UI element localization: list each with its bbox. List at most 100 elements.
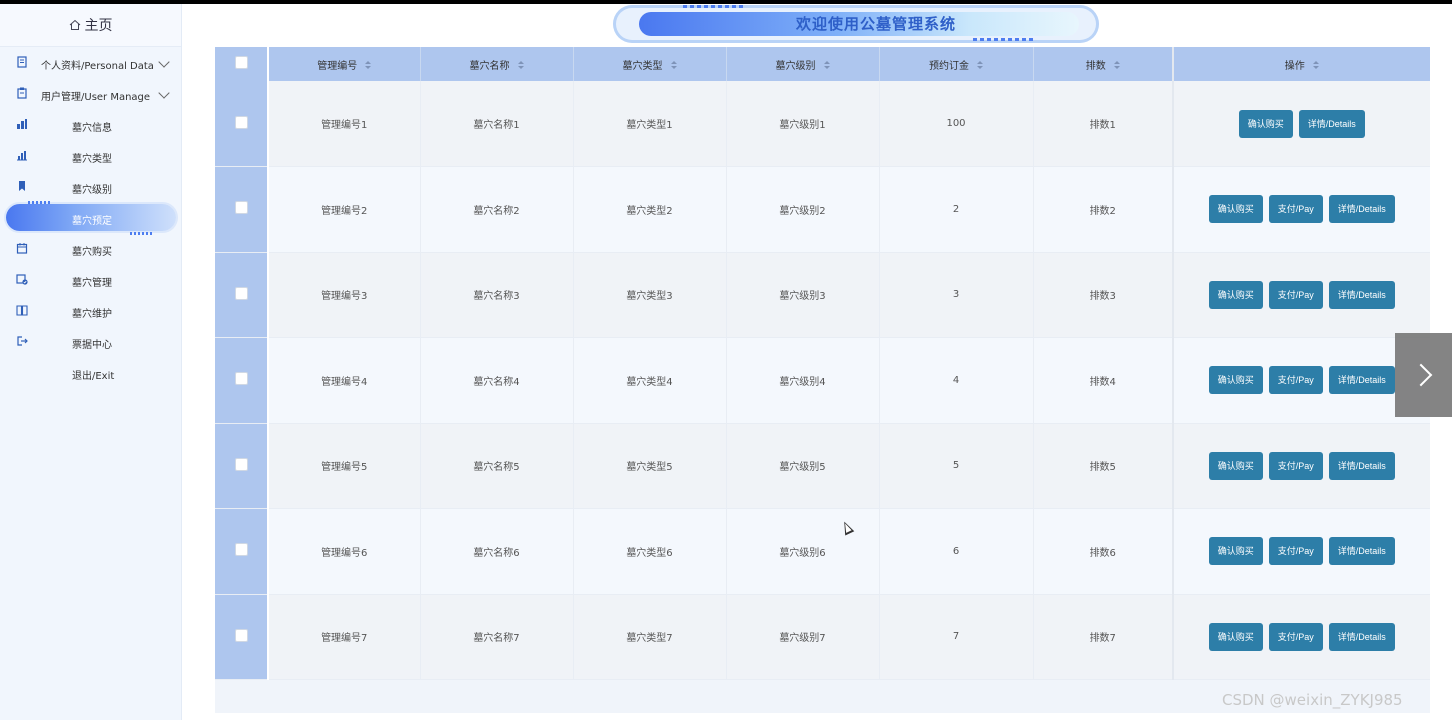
row-checkbox[interactable]	[234, 286, 248, 300]
bar-chart-icon	[17, 151, 27, 161]
pay-button[interactable]: 支付/Pay	[1268, 366, 1323, 395]
table-row: 管理编号4 墓穴名称4 墓穴类型4 墓穴级别4 4 排数4 确认购买 支付/Pay 详情/Det…	[215, 337, 1430, 424]
column-header-5[interactable]: 排数	[1033, 47, 1174, 81]
sidebar-item-0[interactable]: 个人资料/Personal Data	[0, 47, 181, 78]
cell-level: 墓穴级别2	[726, 166, 880, 253]
cell-row: 排数7	[1033, 594, 1174, 680]
sort-icon[interactable]	[517, 61, 524, 70]
sidebar-item-label: 墓穴预定	[72, 216, 112, 227]
sidebar-item-5[interactable]: 墓穴预定	[0, 201, 181, 235]
chevron-down-icon[interactable]	[158, 87, 170, 99]
cell-type: 墓穴类型4	[573, 337, 727, 424]
sidebar-item-label: 用户管理/User Manage	[41, 92, 151, 103]
sidebar-item-3[interactable]: 墓穴类型	[0, 140, 181, 171]
sort-icon[interactable]	[365, 61, 372, 70]
column-header-2[interactable]: 墓穴类型	[573, 47, 727, 81]
watermark: CSDN @weixin_ZYKJ985	[1222, 691, 1403, 709]
column-header-6[interactable]: 操作	[1172, 47, 1430, 81]
cell-name: 墓穴名称2	[420, 166, 574, 253]
row-select-cell	[215, 81, 269, 167]
confirm-button[interactable]: 确认购买	[1238, 109, 1293, 138]
actions-cell: 确认购买 支付/Pay 详情/Details	[1172, 423, 1430, 509]
details-button[interactable]: 详情/Details	[1328, 280, 1395, 309]
row-select-cell	[215, 423, 269, 509]
details-button[interactable]: 详情/Details	[1328, 195, 1395, 224]
data-table: 管理编号 墓穴名称 墓穴类型 墓穴级别 预约订金 排数 操作 管理编号1 墓穴名称1 墓穴类型1…	[215, 47, 1430, 713]
sidebar-menu: 个人资料/Personal Data 用户管理/User Manage 墓穴信息 墓穴…	[0, 47, 181, 388]
sort-icon[interactable]	[977, 61, 983, 70]
confirm-button[interactable]: 确认购买	[1208, 622, 1263, 651]
page-title: 欢迎使用公墓管理系统	[795, 15, 956, 33]
row-checkbox[interactable]	[234, 115, 248, 129]
cell-name: 墓穴名称4	[420, 337, 574, 424]
cell-level: 墓穴级别5	[726, 423, 880, 509]
select-all-checkbox[interactable]	[234, 56, 248, 69]
next-page-button[interactable]	[1395, 333, 1452, 417]
table-row: 管理编号7 墓穴名称7 墓穴类型7 墓穴级别7 7 排数7 确认购买 支付/Pay 详情/Det…	[215, 594, 1430, 680]
cell-row: 排数1	[1033, 81, 1174, 167]
column-header-label: 管理编号	[317, 60, 358, 72]
column-header-3[interactable]: 墓穴级别	[726, 47, 880, 81]
sidebar-item-1[interactable]: 用户管理/User Manage	[0, 78, 181, 109]
column-header-1[interactable]: 墓穴名称	[420, 47, 574, 81]
details-button[interactable]: 详情/Details	[1328, 622, 1395, 651]
column-header-4[interactable]: 预约订金	[879, 47, 1034, 81]
details-button[interactable]: 详情/Details	[1328, 451, 1395, 480]
confirm-button[interactable]: 确认购买	[1208, 366, 1263, 395]
pay-button[interactable]: 支付/Pay	[1268, 622, 1323, 651]
details-button[interactable]: 详情/Details	[1298, 109, 1365, 138]
confirm-button[interactable]: 确认购买	[1208, 451, 1263, 480]
row-select-cell	[215, 252, 269, 338]
details-button[interactable]: 详情/Details	[1328, 537, 1395, 566]
table-header-row: 管理编号 墓穴名称 墓穴类型 墓穴级别 预约订金 排数 操作	[215, 47, 1430, 81]
cell-row: 排数2	[1033, 166, 1174, 253]
sidebar: 主页 个人资料/Personal Data 用户管理/User Manage 墓穴信…	[0, 4, 182, 720]
home-link[interactable]: 主页	[0, 4, 181, 47]
cell-type: 墓穴类型5	[573, 423, 727, 509]
sidebar-item-8[interactable]: 墓穴维护	[0, 295, 181, 326]
row-checkbox[interactable]	[234, 628, 248, 642]
sort-icon[interactable]	[823, 61, 830, 70]
sidebar-item-10[interactable]: 退出/Exit	[0, 357, 181, 388]
chevron-down-icon[interactable]	[158, 56, 170, 68]
pay-button[interactable]: 支付/Pay	[1268, 195, 1323, 224]
sort-icon[interactable]	[1312, 61, 1319, 70]
actions-cell: 确认购买 支付/Pay 详情/Details	[1172, 252, 1430, 338]
sort-icon[interactable]	[1113, 61, 1120, 70]
confirm-button[interactable]: 确认购买	[1208, 195, 1263, 224]
row-checkbox[interactable]	[234, 372, 248, 386]
confirm-button[interactable]: 确认购买	[1208, 280, 1263, 309]
cell-deposit: 2	[879, 166, 1034, 253]
details-button[interactable]: 详情/Details	[1328, 366, 1395, 395]
sidebar-item-label: 退出/Exit	[72, 371, 115, 382]
sidebar-item-9[interactable]: 票据中心	[0, 326, 181, 357]
row-checkbox[interactable]	[234, 201, 248, 215]
cell-name: 墓穴名称7	[420, 594, 574, 680]
row-checkbox[interactable]	[234, 543, 248, 557]
table-row: 管理编号2 墓穴名称2 墓穴类型2 墓穴级别2 2 排数2 确认购买 支付/Pay 详情/Det…	[215, 166, 1430, 253]
clipboard-icon	[17, 87, 27, 99]
sort-icon[interactable]	[670, 61, 677, 70]
highlight-dots	[28, 201, 52, 204]
book-icon	[16, 305, 28, 316]
sidebar-item-label: 墓穴购买	[72, 247, 112, 258]
sidebar-item-7[interactable]: 墓穴管理	[0, 264, 181, 295]
top-strip	[0, 0, 1452, 4]
cell-row: 排数4	[1033, 337, 1174, 424]
sidebar-item-2[interactable]: 墓穴信息	[0, 109, 181, 140]
column-header-0[interactable]: 管理编号	[268, 47, 421, 81]
pay-button[interactable]: 支付/Pay	[1268, 280, 1323, 309]
pay-button[interactable]: 支付/Pay	[1268, 537, 1323, 566]
building-chart-icon	[17, 119, 27, 129]
sidebar-item-4[interactable]: 墓穴级别	[0, 171, 181, 202]
pay-button[interactable]: 支付/Pay	[1268, 451, 1323, 480]
row-checkbox[interactable]	[234, 457, 248, 471]
actions-cell: 确认购买 支付/Pay 详情/Details	[1172, 508, 1430, 595]
cell-level: 墓穴级别3	[726, 252, 880, 338]
cell-level: 墓穴级别7	[726, 594, 880, 680]
actions-cell: 确认购买 支付/Pay 详情/Details	[1172, 337, 1430, 424]
sidebar-item-6[interactable]: 墓穴购买	[0, 233, 181, 264]
bottom-edge	[182, 713, 1452, 720]
confirm-button[interactable]: 确认购买	[1208, 537, 1263, 566]
cell-code: 管理编号5	[268, 423, 421, 509]
